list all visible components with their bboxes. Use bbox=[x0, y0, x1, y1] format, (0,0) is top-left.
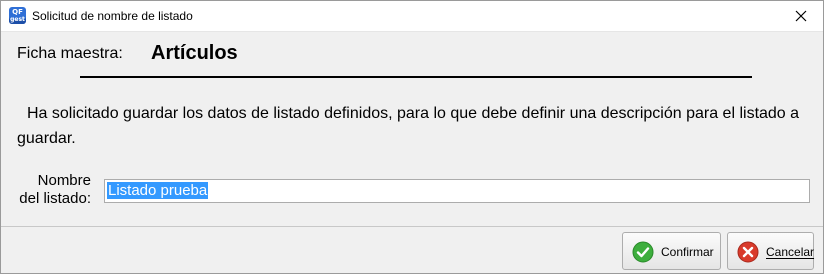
header-divider bbox=[80, 76, 752, 78]
check-icon bbox=[632, 241, 654, 263]
list-name-input[interactable]: Listado prueba bbox=[104, 179, 810, 203]
instruction-message: Ha solicitado guardar los datos de lista… bbox=[17, 105, 800, 147]
title-bar[interactable]: QF gest Solicitud de nombre de listado bbox=[1, 1, 823, 32]
close-button[interactable] bbox=[779, 1, 823, 31]
window-title: Solicitud de nombre de listado bbox=[32, 9, 193, 23]
dialog-content: Ficha maestra: Artículos Ha solicitado g… bbox=[1, 32, 823, 226]
list-name-label: Nombre del listado: bbox=[15, 172, 91, 208]
cancel-button[interactable]: Cancelar bbox=[727, 232, 814, 270]
app-icon: QF gest bbox=[9, 7, 26, 24]
list-name-value: Listado prueba bbox=[107, 182, 209, 199]
dialog-window: QF gest Solicitud de nombre de listado F… bbox=[0, 0, 824, 274]
close-icon bbox=[795, 10, 807, 22]
confirm-button[interactable]: Confirmar bbox=[622, 232, 721, 270]
cancel-icon bbox=[737, 241, 759, 263]
ficha-maestra-value: Artículos bbox=[151, 42, 238, 64]
list-name-label-line1: Nombre bbox=[37, 172, 91, 189]
app-icon-text-bottom: gest bbox=[10, 16, 25, 23]
ficha-maestra-label: Ficha maestra: bbox=[17, 45, 123, 62]
cancel-button-label: Cancelar bbox=[766, 245, 815, 259]
confirm-button-label: Confirmar bbox=[661, 245, 714, 259]
button-bar: Confirmar Cancelar bbox=[1, 226, 823, 273]
list-name-label-line2: del listado: bbox=[19, 190, 91, 207]
